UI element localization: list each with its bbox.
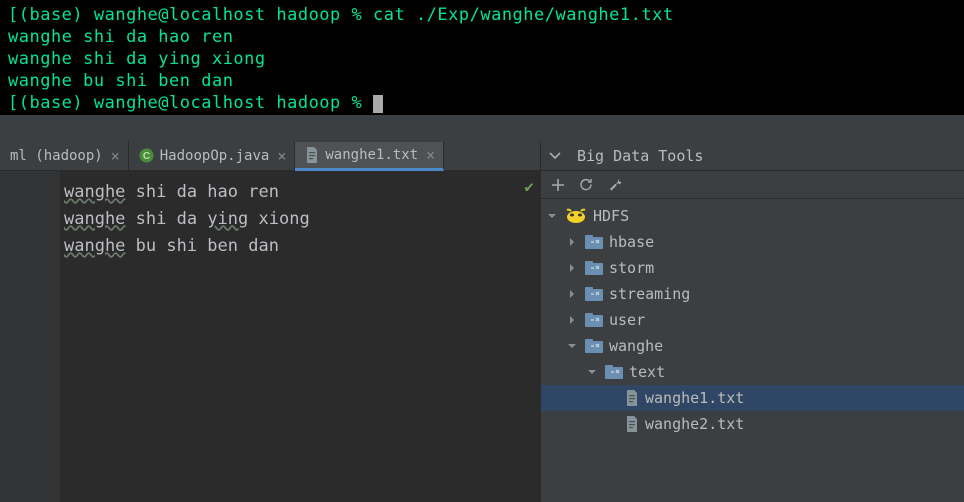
tree-item-label: HDFS (593, 207, 629, 225)
editor-token: ying (207, 209, 248, 229)
tree-item-storm[interactable]: storm (541, 255, 964, 281)
close-icon[interactable]: × (277, 147, 286, 165)
file-icon (305, 147, 319, 163)
tree-item-wanghe1-txt[interactable]: wanghe1.txt (541, 385, 964, 411)
editor-text: shi da (125, 209, 207, 229)
tree-item-label: wanghe (609, 337, 663, 355)
arrow-down-icon[interactable] (567, 341, 581, 351)
close-icon[interactable]: × (426, 146, 435, 164)
tree-item-label: wanghe1.txt (645, 389, 744, 407)
tree-item-streaming[interactable]: streaming (541, 281, 964, 307)
tab-label: wanghe1.txt (325, 147, 418, 163)
tree-item-label: wanghe2.txt (645, 415, 744, 433)
tab-ml-hadoop[interactable]: ml (hadoop) × (0, 141, 129, 170)
editor-text: shi da hao ren (125, 182, 279, 202)
folder-icon (585, 339, 603, 353)
arrow-down-icon[interactable] (547, 211, 561, 221)
tree-item-wanghe[interactable]: wanghe (541, 333, 964, 359)
tools-title: Big Data Tools (569, 147, 703, 165)
editor-token: wanghe (64, 236, 125, 256)
tools-toolbar (541, 171, 964, 199)
editor-tab-bar: ml (hadoop) × C HadoopOp.java × wanghe1.… (0, 141, 540, 171)
tree-item-label: user (609, 311, 645, 329)
hadoop-icon (565, 208, 587, 224)
terminal-cursor (373, 95, 383, 113)
inspection-ok-icon[interactable]: ✔ (524, 177, 534, 196)
terminal-output-line: wanghe shi da hao ren (8, 26, 956, 48)
folder-icon (585, 235, 603, 249)
tools-header: Big Data Tools (541, 141, 964, 171)
tree-item-hdfs[interactable]: HDFS (541, 203, 964, 229)
editor-token: wanghe (64, 182, 125, 202)
file-icon (625, 390, 639, 406)
folder-icon (585, 313, 603, 327)
tree-item-wanghe2-txt[interactable]: wanghe2.txt (541, 411, 964, 437)
editor-area: ml (hadoop) × C HadoopOp.java × wanghe1.… (0, 141, 540, 502)
tab-hadoopop-java[interactable]: C HadoopOp.java × (129, 141, 296, 170)
arrow-right-icon[interactable] (567, 315, 581, 325)
tools-tree[interactable]: HDFS hbase storm streaming user wanghe text wan… (541, 199, 964, 502)
terminal-prompt: [(base) wanghe@localhost hadoop % (8, 93, 373, 113)
arrow-right-icon[interactable] (567, 263, 581, 273)
big-data-tools-panel: Big Data Tools HDFS hbase storm streaming us… (540, 141, 964, 502)
file-icon (625, 416, 639, 432)
editor-text: bu shi ben dan (125, 236, 279, 256)
terminal-panel[interactable]: [(base) wanghe@localhost hadoop % cat ./… (0, 0, 964, 115)
arrow-right-icon[interactable] (567, 237, 581, 247)
tab-label: ml (hadoop) (10, 148, 103, 164)
add-icon[interactable] (551, 178, 565, 192)
arrow-down-icon[interactable] (587, 367, 601, 377)
tree-item-label: streaming (609, 285, 690, 303)
folder-icon (585, 261, 603, 275)
tree-item-hbase[interactable]: hbase (541, 229, 964, 255)
breadcrumb-bar (0, 115, 964, 141)
terminal-prompt: [(base) wanghe@localhost hadoop % (8, 5, 373, 25)
terminal-output-line: wanghe shi da ying xiong (8, 48, 956, 70)
arrow-right-icon[interactable] (567, 289, 581, 299)
tab-wanghe1-txt[interactable]: wanghe1.txt × (295, 142, 444, 171)
svg-text:C: C (143, 151, 150, 162)
chevron-down-icon[interactable] (541, 141, 569, 171)
tree-item-text[interactable]: text (541, 359, 964, 385)
editor-code[interactable]: wanghe shi da hao ren wanghe shi da ying… (60, 171, 314, 502)
tree-item-user[interactable]: user (541, 307, 964, 333)
refresh-icon[interactable] (579, 177, 594, 192)
terminal-command: cat ./Exp/wanghe/wanghe1.txt (373, 5, 674, 25)
terminal-output-line: wanghe bu shi ben dan (8, 70, 956, 92)
editor-body[interactable]: wanghe shi da hao ren wanghe shi da ying… (0, 171, 540, 502)
tab-label: HadoopOp.java (160, 148, 270, 164)
close-icon[interactable]: × (111, 147, 120, 165)
editor-token: wanghe (64, 209, 125, 229)
tree-item-label: storm (609, 259, 654, 277)
folder-icon (585, 287, 603, 301)
editor-text: xiong (248, 209, 309, 229)
wrench-icon[interactable] (608, 177, 623, 192)
editor-gutter[interactable] (0, 171, 60, 502)
tree-item-label: hbase (609, 233, 654, 251)
folder-icon (605, 365, 623, 379)
tree-item-label: text (629, 363, 665, 381)
java-class-icon: C (139, 148, 154, 163)
